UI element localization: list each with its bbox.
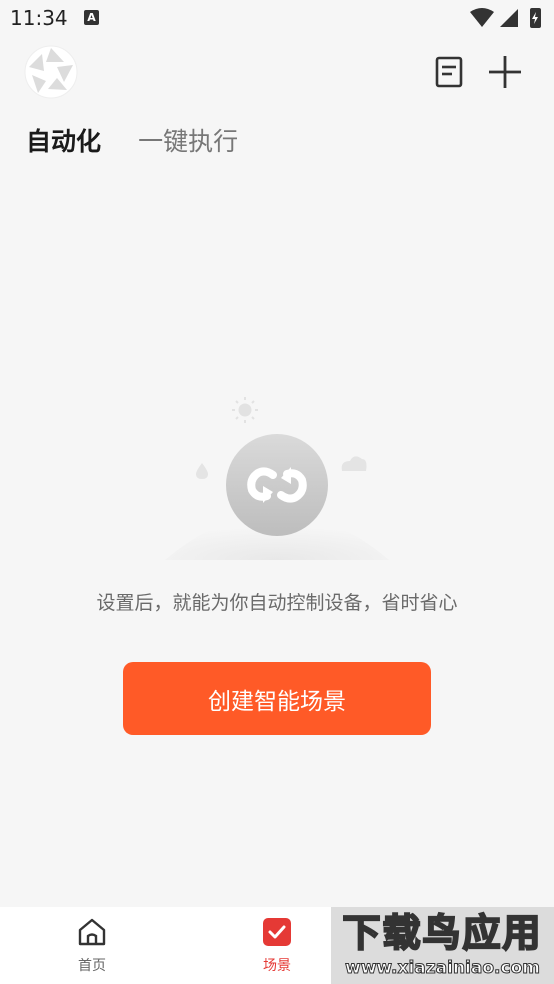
empty-state-message: 设置后，就能为你自动控制设备，省时省心 xyxy=(96,592,458,614)
status-time: 11:34 xyxy=(10,6,68,30)
drop-icon xyxy=(196,463,208,479)
sync-loop-icon xyxy=(165,397,389,560)
watermark: 下载鸟应用 www.xiazainiao.com xyxy=(331,907,554,984)
status-icons xyxy=(468,7,546,33)
tab-one-click[interactable]: 一键执行 xyxy=(138,122,238,158)
nav-label-home: 首页 xyxy=(78,958,106,974)
home-icon xyxy=(78,918,106,946)
tab-bar: 自动化 一键执行 xyxy=(26,122,270,162)
tab-automation[interactable]: 自动化 xyxy=(26,122,101,158)
notes-icon[interactable] xyxy=(432,55,466,89)
sun-icon xyxy=(232,397,258,423)
app-header xyxy=(0,40,554,104)
create-scene-button[interactable]: 创建智能场景 xyxy=(123,662,431,735)
nav-label-scene: 场景 xyxy=(263,958,291,974)
plus-icon[interactable] xyxy=(486,53,524,91)
cloud-icon xyxy=(341,456,367,471)
signal-icon xyxy=(500,9,518,27)
nav-item-home[interactable]: 首页 xyxy=(52,917,132,975)
scene-check-icon xyxy=(263,918,291,946)
wifi-icon xyxy=(470,8,494,27)
watermark-title: 下载鸟应用 xyxy=(341,910,543,956)
notification-badge: A xyxy=(84,10,99,25)
watermark-url: www.xiazainiao.com xyxy=(345,958,541,979)
nav-item-scene[interactable]: 场景 xyxy=(237,917,317,975)
aperture-logo-icon xyxy=(24,45,78,99)
status-bar: 11:34 A xyxy=(0,0,554,36)
